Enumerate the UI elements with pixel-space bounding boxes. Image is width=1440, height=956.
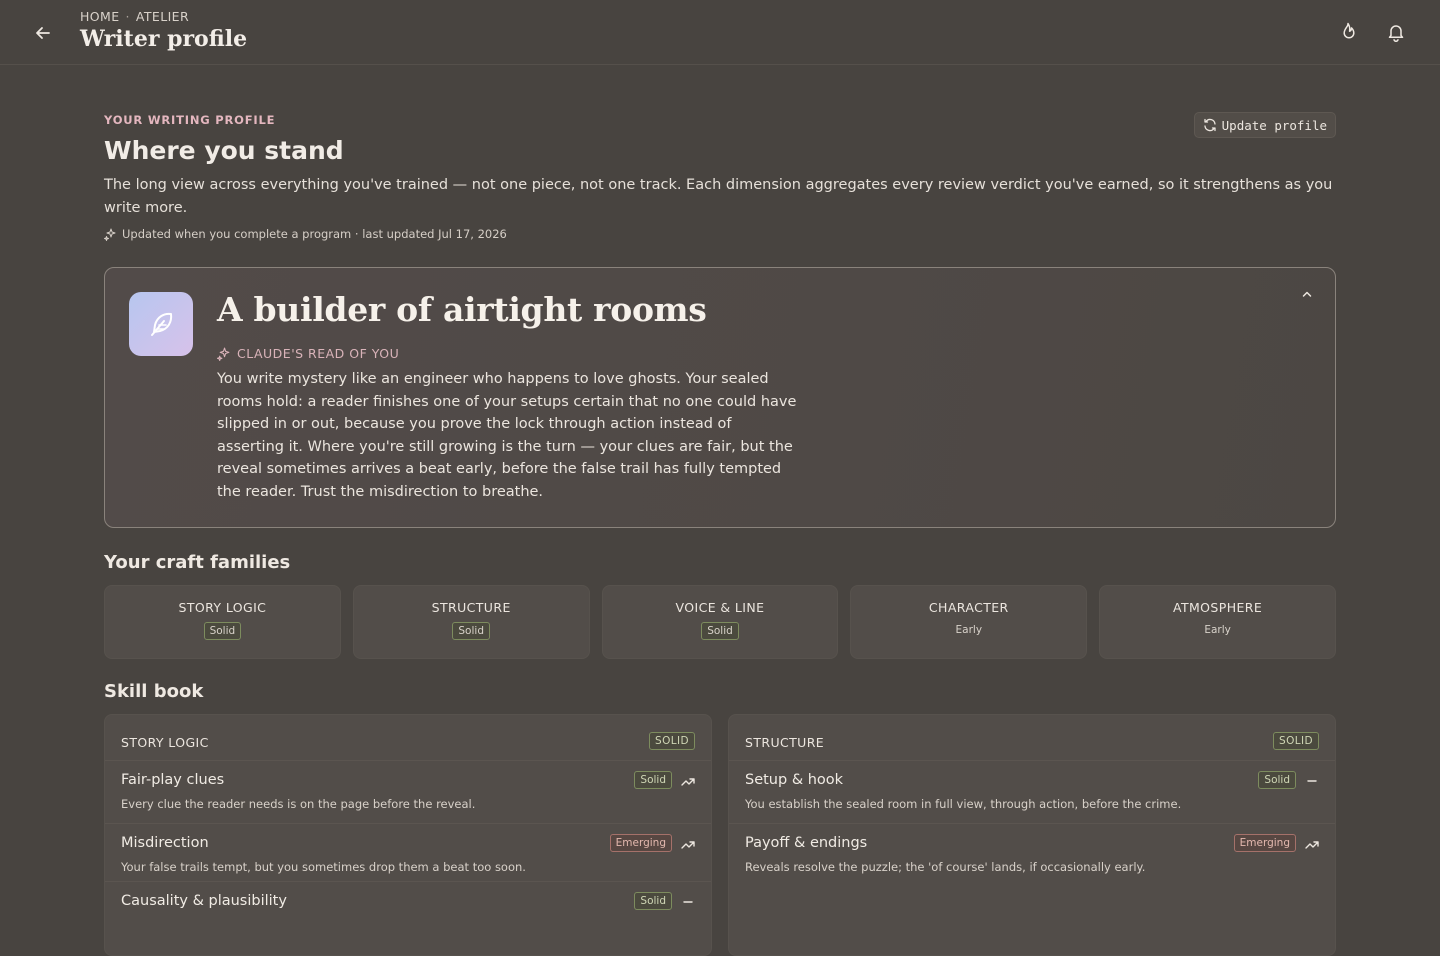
notifications-button[interactable] (1384, 20, 1408, 44)
skill-book: STORY LOGIC SOLID Fair-play clues Solid … (104, 714, 1336, 956)
skill-name: Misdirection (121, 835, 209, 851)
skill-book-title: Skill book (104, 681, 204, 702)
section-description: The long view across everything you've t… (104, 177, 1333, 216)
family-name: STRUCTURE (431, 600, 511, 615)
skill-row[interactable]: Causality & plausibility Solid (105, 881, 711, 936)
claude-read-text: CLAUDE'S READ OF YOU (237, 346, 400, 361)
skill-card-story-logic: STORY LOGIC SOLID Fair-play clues Solid … (104, 714, 712, 956)
family-structure[interactable]: STRUCTURE Solid (352, 585, 590, 659)
skill-name: Fair-play clues (121, 772, 225, 788)
skill-row[interactable]: Fair-play clues Solid Every clue the rea… (105, 760, 711, 815)
skill-level-badge: Solid (634, 892, 672, 910)
family-level-badge: Early (955, 624, 983, 636)
profile-summary-card: A builder of airtight rooms CLAUDE'S REA… (104, 267, 1336, 528)
family-story-logic[interactable]: STORY LOGIC Solid (104, 585, 341, 659)
skill-description: Reveals resolve the puzzle; the 'of cour… (745, 860, 1146, 874)
feather-icon (151, 312, 173, 336)
skill-row[interactable]: Setup & hook Solid You establish the sea… (729, 760, 1335, 815)
skill-card-level-badge: SOLID (649, 732, 695, 750)
skill-card-title: STORY LOGIC (121, 735, 209, 750)
family-name: ATMOSPHERE (1172, 600, 1263, 615)
family-name: STORY LOGIC (178, 600, 267, 615)
skill-level-badge: Solid (1258, 771, 1296, 789)
family-level-badge: Solid (203, 622, 242, 640)
family-level-badge: Early (1204, 624, 1231, 636)
update-profile-label: Update profile (1221, 117, 1327, 133)
collapse-button[interactable] (1297, 284, 1317, 304)
family-atmosphere[interactable]: ATMOSPHERE Early (1099, 585, 1336, 659)
page-title: Writer profile (80, 26, 248, 52)
trend-up-icon (679, 835, 697, 853)
trend-flat-icon (1303, 772, 1321, 790)
update-note: Updated when you complete a program · la… (104, 227, 507, 241)
breadcrumb-separator: · (125, 9, 130, 24)
skill-row[interactable]: Payoff & endings Emerging Reveals resolv… (729, 823, 1335, 878)
flame-icon (1343, 22, 1355, 39)
family-name: CHARACTER (928, 600, 1009, 615)
family-character[interactable]: CHARACTER Early (850, 585, 1088, 659)
family-level-badge: Solid (452, 622, 490, 640)
skill-level-badge: Emerging (1233, 834, 1296, 852)
skill-card-level-badge: SOLID (1273, 732, 1319, 750)
trend-up-icon (1303, 835, 1321, 853)
sparkles-icon (217, 347, 230, 361)
skill-name: Payoff & endings (745, 835, 868, 851)
skill-level-badge: Solid (634, 771, 672, 789)
breadcrumb-atelier[interactable]: ATELIER (136, 9, 189, 24)
back-button[interactable] (30, 20, 56, 46)
sparkles-icon (104, 228, 116, 241)
craft-families-list: STORY LOGIC Solid STRUCTURE Solid VOICE … (104, 585, 1336, 659)
family-name: VOICE & LINE (675, 600, 765, 615)
breadcrumb: HOME · ATELIER (80, 9, 189, 24)
update-profile-button[interactable]: Update profile (1193, 112, 1336, 138)
skill-description: Every clue the reader needs is on the pa… (121, 797, 476, 811)
trend-up-icon (679, 772, 697, 790)
profile-archetype-title: A builder of airtight rooms (217, 290, 707, 329)
profile-avatar (129, 292, 193, 356)
section-eyebrow: YOUR WRITING PROFILE (104, 113, 276, 127)
family-level-badge: Solid (701, 622, 739, 640)
breadcrumb-home[interactable]: HOME (80, 9, 120, 24)
skill-description: You establish the sealed room in full vi… (745, 797, 1182, 811)
skill-name: Setup & hook (745, 772, 844, 788)
family-voice-line[interactable]: VOICE & LINE Solid (601, 585, 839, 659)
refresh-icon (1203, 118, 1216, 132)
skill-name: Causality & plausibility (121, 893, 287, 909)
skill-card-title: STRUCTURE (745, 735, 825, 750)
craft-families-title: Your craft families (104, 552, 291, 573)
chevron-up-icon (1302, 291, 1312, 297)
section-title: Where you stand (104, 136, 344, 165)
top-bar: HOME · ATELIER Writer profile (0, 0, 1440, 65)
profile-summary-text: You write mystery like an engineer who h… (217, 371, 797, 500)
skill-level-badge: Emerging (609, 834, 672, 852)
streak-button[interactable] (1336, 20, 1360, 44)
skill-card-structure: STRUCTURE SOLID Setup & hook Solid You e… (728, 714, 1336, 956)
trend-flat-icon (679, 893, 697, 911)
claude-read-label: CLAUDE'S READ OF YOU (217, 346, 399, 361)
arrow-left-icon (36, 27, 50, 39)
skill-row[interactable]: Misdirection Emerging Your false trails … (105, 823, 711, 878)
bell-icon (1388, 25, 1404, 42)
update-note-text: Updated when you complete a program · la… (122, 227, 507, 241)
skill-description: Your false trails tempt, but you sometim… (121, 860, 526, 874)
